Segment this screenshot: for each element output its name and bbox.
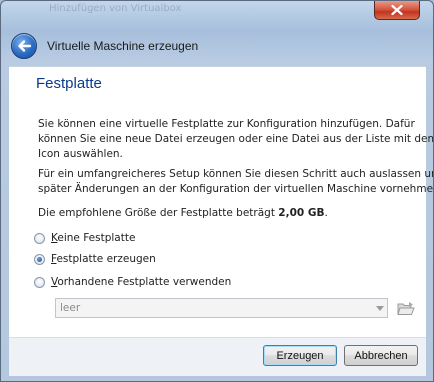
chevron-down-icon [376,305,384,311]
recommended-suffix: . [324,207,328,219]
intro-paragraph: Sie können eine virtuelle Festplatte zur… [38,117,434,162]
recommended-size-text: Die empfohlene Größe der Festplatte betr… [38,206,328,221]
page-title: Festplatte [36,75,102,92]
radio-no-disk[interactable]: Keine Festplatte [34,232,135,244]
radio-button[interactable] [34,253,45,265]
choose-disk-file-button[interactable] [396,298,416,318]
existing-disk-select[interactable]: leer [55,298,388,318]
radio-create-disk[interactable]: Festplatte erzeugen [34,253,156,265]
recommended-size-value: 2,00 GB [278,207,325,219]
radio-existing-disk[interactable]: Vorhandene Festplatte verwenden [34,276,231,288]
wizard-footer: Erzeugen Abbrechen [9,337,426,376]
existing-disk-select-value: leer [60,302,81,314]
setup-line-1: Für ein umfangreicheres Setup können Sie… [38,168,434,180]
wizard-window: Hinzufügen von Virtualbox Virtuelle Masc… [0,0,434,382]
intro-line-3: Icon auswählen. [38,148,123,160]
intro-line-2: können Sie eine neue Datei erzeugen oder… [38,133,434,145]
create-button[interactable]: Erzeugen [263,345,337,366]
recommended-prefix: Die empfohlene Größe der Festplatte betr… [38,207,279,219]
back-button[interactable] [11,33,37,59]
wizard-page: Festplatte Sie können eine virtuelle Fes… [9,66,433,337]
close-icon [391,5,403,15]
radio-button[interactable] [34,232,45,244]
radio-button[interactable] [34,276,45,288]
radio-existing-disk-label: Vorhandene Festplatte verwenden [51,276,232,288]
radio-no-disk-label: Keine Festplatte [51,232,136,244]
cancel-button[interactable]: Abbrechen [344,345,418,366]
setup-line-2: später Änderungen an der Konfiguration d… [38,183,434,195]
setup-paragraph: Für ein umfangreicheres Setup können Sie… [38,167,434,197]
close-button[interactable] [374,1,420,20]
back-arrow-icon [18,40,31,52]
dropdown-arrow[interactable] [373,299,387,317]
wizard-header: Virtuelle Maschine erzeugen [9,27,425,65]
open-folder-icon [397,301,415,315]
radio-create-disk-label: Festplatte erzeugen [51,253,156,265]
intro-line-1: Sie können eine virtuelle Festplatte zur… [38,118,415,130]
background-window-title: Hinzufügen von Virtualbox [49,3,182,14]
window-title: Virtuelle Maschine erzeugen [47,39,199,53]
